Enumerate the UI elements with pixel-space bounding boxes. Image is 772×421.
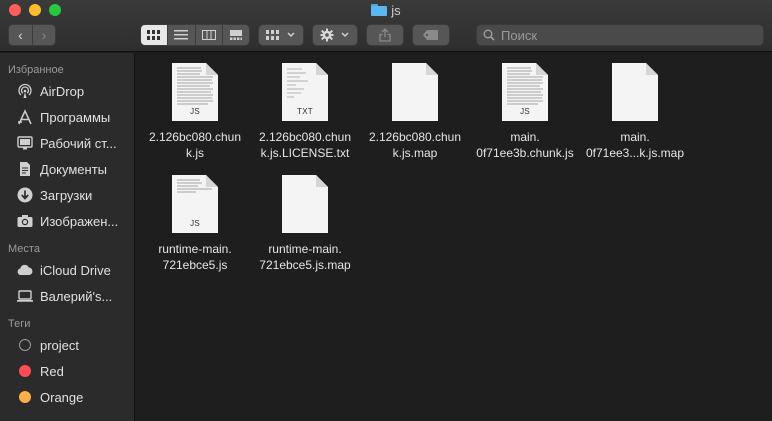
file-name: 2.126bc080.chun k.js — [148, 130, 242, 160]
downloads-icon — [16, 186, 34, 204]
sidebar-item-pictures[interactable]: Изображен... — [0, 208, 134, 234]
edit-tags-button[interactable] — [412, 24, 450, 46]
chevron-down-icon — [287, 32, 295, 38]
close-window-button[interactable] — [9, 4, 21, 16]
file-name: main. 0f71ee3b.chunk.js — [476, 130, 574, 160]
tag-dot-icon — [19, 339, 31, 351]
sidebar-item-airdrop[interactable]: AirDrop — [0, 78, 134, 104]
group-by-button[interactable] — [258, 24, 304, 46]
sidebar-item-label: Изображен... — [40, 213, 119, 229]
columns-icon — [201, 30, 216, 40]
navigation-buttons: ‹ › — [8, 24, 56, 46]
chevron-down-icon — [341, 32, 349, 38]
sidebar-item-tag-orange[interactable]: Orange — [0, 384, 134, 410]
sidebar-item-label: AirDrop — [40, 83, 85, 99]
documents-icon — [16, 160, 34, 178]
sidebar-section-tags: Теги — [8, 318, 31, 330]
list-icon — [174, 30, 189, 40]
finder-window: js ‹ › Поиск Избранное AirDrop Программы… — [0, 0, 772, 421]
grid-icon — [147, 30, 161, 40]
sidebar-item-tag-project[interactable]: project — [0, 332, 134, 358]
column-view-button[interactable] — [194, 25, 222, 45]
window-controls — [9, 4, 61, 16]
tag-dot-icon — [19, 365, 31, 377]
file-name: 2.126bc080.chun k.js.LICENSE.txt — [258, 130, 352, 160]
applications-icon — [16, 108, 34, 126]
js-file-icon: JS — [172, 175, 218, 233]
sidebar-section-favorites: Избранное — [8, 64, 64, 76]
desktop-icon — [16, 134, 34, 152]
file-extension-label: JS — [520, 107, 530, 116]
gear-icon — [320, 28, 334, 42]
camera-icon — [16, 212, 34, 230]
sidebar-item-label: Программы — [40, 109, 111, 125]
sidebar: Избранное AirDrop Программы Рабочий ст..… — [0, 53, 135, 421]
window-title: js — [0, 3, 772, 18]
file-item[interactable]: 2.126bc080.chun k.js.map — [360, 63, 470, 161]
file-extension-label: JS — [190, 107, 200, 116]
gallery-view-button[interactable] — [221, 25, 249, 45]
txt-file-icon: TXT — [282, 63, 328, 121]
file-extension-label: TXT — [297, 107, 313, 116]
file-item[interactable]: TXT 2.126bc080.chun k.js.LICENSE.txt — [250, 63, 360, 161]
toolbar: js ‹ › — [0, 0, 772, 52]
sidebar-item-label: project — [40, 337, 80, 353]
window-title-text: js — [391, 3, 401, 18]
laptop-icon — [16, 287, 34, 305]
file-name: runtime-main. 721ebce5.js — [158, 242, 232, 272]
minimize-window-button[interactable] — [29, 4, 41, 16]
search-field[interactable] — [476, 24, 764, 46]
airdrop-icon — [16, 82, 34, 100]
sidebar-item-downloads[interactable]: Загрузки — [0, 182, 134, 208]
icon-view-button[interactable] — [141, 25, 168, 45]
sidebar-item-label: Валерий's... — [40, 288, 113, 304]
file-item[interactable]: JS main. 0f71ee3b.chunk.js — [470, 63, 580, 161]
sidebar-section-locations: Места — [8, 243, 40, 255]
file-name: runtime-main. 721ebce5.js.map — [259, 242, 351, 272]
file-item[interactable]: main. 0f71ee3...k.js.map — [580, 63, 690, 161]
chevron-right-icon: › — [41, 27, 47, 43]
action-button[interactable] — [312, 24, 358, 46]
gallery-icon — [229, 30, 242, 40]
file-name: 2.126bc080.chun k.js.map — [368, 130, 462, 160]
forward-button[interactable]: › — [31, 25, 55, 45]
list-view-button[interactable] — [167, 25, 194, 45]
sidebar-item-tag-red[interactable]: Red — [0, 358, 134, 384]
back-button[interactable]: ‹ — [9, 25, 32, 45]
map-file-icon — [392, 63, 438, 121]
view-mode-control — [140, 24, 250, 46]
js-file-icon: JS — [502, 63, 548, 121]
sidebar-item-icloud-drive[interactable]: iCloud Drive — [0, 257, 134, 283]
sidebar-item-label: Orange — [40, 389, 84, 405]
sidebar-item-desktop[interactable]: Рабочий ст... — [0, 130, 134, 156]
share-button[interactable] — [366, 24, 404, 46]
zoom-window-button[interactable] — [49, 4, 61, 16]
sidebar-item-applications[interactable]: Программы — [0, 104, 134, 130]
sidebar-item-computer[interactable]: Валерий's... — [0, 283, 134, 309]
map-file-icon — [612, 63, 658, 121]
sidebar-item-label: Документы — [40, 161, 108, 177]
tag-icon — [423, 30, 438, 40]
map-file-icon — [282, 175, 328, 233]
sidebar-item-label: iCloud Drive — [40, 262, 111, 278]
search-input[interactable] — [501, 27, 751, 43]
sidebar-item-documents[interactable]: Документы — [0, 156, 134, 182]
file-item[interactable]: JS runtime-main. 721ebce5.js — [140, 175, 250, 273]
file-name: main. 0f71ee3...k.js.map — [585, 130, 685, 160]
cloud-icon — [16, 261, 34, 279]
group-grid-icon — [266, 30, 279, 40]
tag-dot-icon — [19, 391, 31, 403]
folder-icon — [371, 4, 388, 16]
file-extension-label: JS — [190, 219, 200, 228]
chevron-left-icon: ‹ — [18, 27, 23, 43]
file-item[interactable]: JS 2.126bc080.chun k.js — [140, 63, 250, 161]
file-grid: JS 2.126bc080.chun k.js TXT 2.126bc080.ch… — [136, 53, 772, 421]
search-icon — [483, 29, 495, 41]
share-icon — [379, 28, 391, 42]
js-file-icon: JS — [172, 63, 218, 121]
sidebar-item-label: Рабочий ст... — [40, 135, 117, 151]
sidebar-item-label: Red — [40, 363, 64, 379]
file-item[interactable]: runtime-main. 721ebce5.js.map — [250, 175, 360, 273]
sidebar-item-label: Загрузки — [40, 187, 93, 203]
